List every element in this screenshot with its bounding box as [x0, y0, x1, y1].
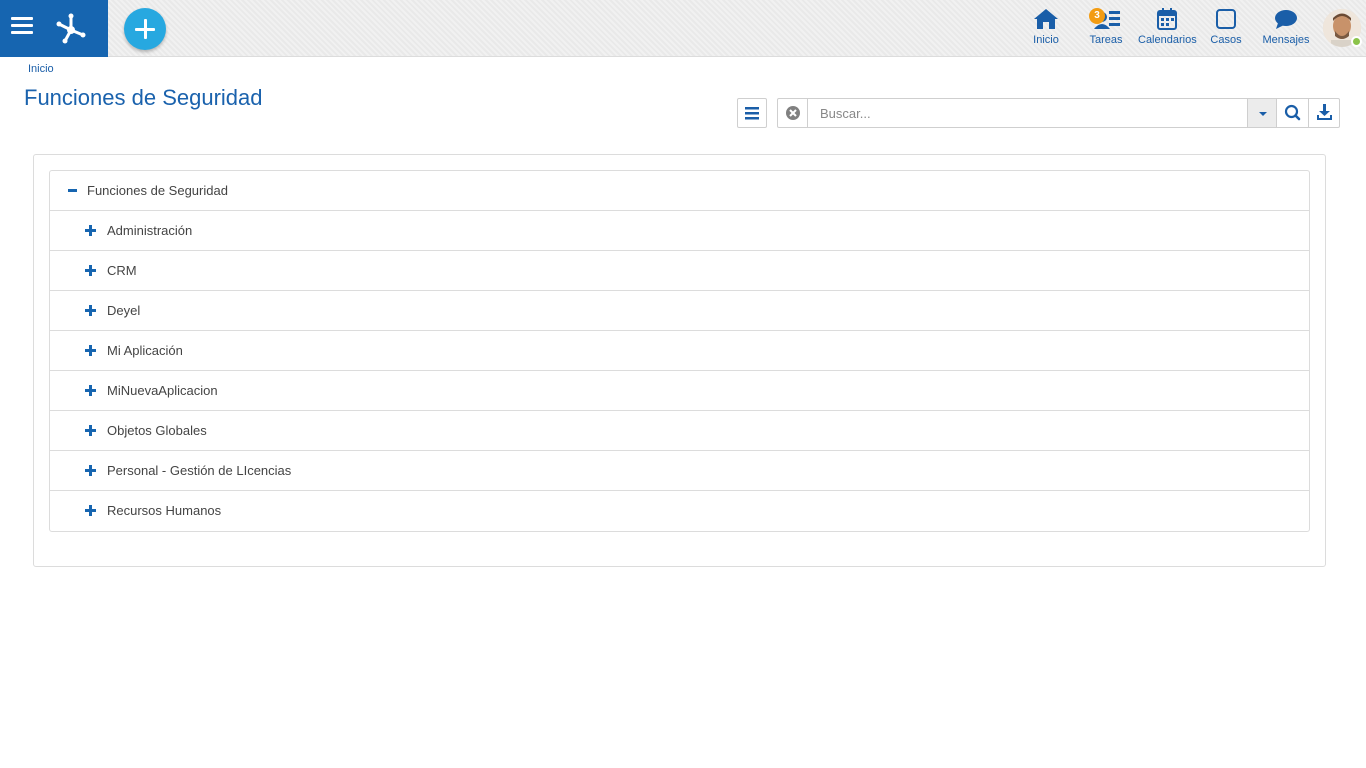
download-icon — [1317, 104, 1332, 120]
add-button[interactable] — [124, 8, 166, 50]
search-options-dropdown[interactable] — [1247, 99, 1276, 127]
search-input[interactable] — [809, 99, 1247, 127]
calendar-icon — [1157, 8, 1177, 30]
expand-icon[interactable] — [85, 291, 97, 330]
online-status-dot — [1351, 36, 1362, 47]
list-icon — [745, 107, 759, 120]
nav-inicio[interactable]: Inicio — [1026, 8, 1066, 52]
tree-root-node[interactable]: Funciones de Seguridad — [50, 171, 1309, 211]
tree-node-recursos-humanos[interactable]: Recursos Humanos — [50, 491, 1309, 531]
top-bar: Inicio 3 Tareas Calendarios Casos Mensaj… — [0, 0, 1366, 57]
download-button[interactable] — [1308, 99, 1339, 127]
clear-icon — [786, 106, 800, 120]
home-icon — [1034, 9, 1058, 29]
tree-node-label: Personal - Gestión de LIcencias — [107, 463, 292, 478]
expand-icon[interactable] — [85, 491, 97, 530]
hamburger-menu-icon[interactable] — [11, 17, 33, 39]
tree-node-administracion[interactable]: Administración — [50, 211, 1309, 251]
messages-icon — [1275, 10, 1297, 29]
content-panel: Funciones de Seguridad Administración CR… — [33, 154, 1326, 567]
tree-node-label: Funciones de Seguridad — [87, 183, 228, 198]
tasks-count-badge: 3 — [1089, 8, 1105, 24]
tree-node-mi-aplicacion[interactable]: Mi Aplicación — [50, 331, 1309, 371]
nav-mensajes[interactable]: Mensajes — [1262, 8, 1310, 52]
search-button[interactable] — [1276, 99, 1308, 127]
nav-calendarios[interactable]: Calendarios — [1138, 8, 1197, 52]
expand-icon[interactable] — [85, 411, 97, 450]
nav-label: Inicio — [1033, 34, 1059, 46]
tree-node-label: MiNuevaAplicacion — [107, 383, 218, 398]
search-icon — [1284, 104, 1301, 121]
brand-block — [0, 0, 108, 57]
tree-node-label: Administración — [107, 223, 193, 238]
tree-node-label: Objetos Globales — [107, 423, 207, 438]
clear-search-button[interactable] — [778, 99, 808, 127]
tree-node-label: Mi Aplicación — [107, 343, 183, 358]
expand-icon[interactable] — [85, 451, 97, 490]
tree-node-objetos-globales[interactable]: Objetos Globales — [50, 411, 1309, 451]
nav-label: Mensajes — [1262, 34, 1310, 46]
nav-label: Tareas — [1089, 34, 1123, 46]
expand-icon[interactable] — [85, 331, 97, 370]
nav-tareas[interactable]: 3 Tareas — [1086, 8, 1126, 52]
app-logo-icon[interactable] — [54, 11, 88, 45]
tree-node-personal-licencias[interactable]: Personal - Gestión de LIcencias — [50, 451, 1309, 491]
nav-casos[interactable]: Casos — [1207, 8, 1245, 52]
nav-label: Casos — [1210, 34, 1242, 46]
expand-icon[interactable] — [85, 251, 97, 290]
expand-icon[interactable] — [85, 211, 97, 250]
page-title: Funciones de Seguridad — [24, 85, 263, 110]
search-bar — [777, 98, 1340, 128]
collapse-icon[interactable] — [67, 171, 79, 210]
tree-node-label: Recursos Humanos — [107, 503, 222, 518]
breadcrumb[interactable]: Inicio — [28, 63, 54, 75]
tree-node-crm[interactable]: CRM — [50, 251, 1309, 291]
cases-icon — [1216, 9, 1236, 29]
tree-node-label: Deyel — [107, 303, 141, 318]
security-functions-tree: Funciones de Seguridad Administración CR… — [49, 170, 1310, 532]
tree-node-label: CRM — [107, 263, 137, 278]
nav-label: Calendarios — [1138, 34, 1197, 46]
expand-icon[interactable] — [85, 371, 97, 410]
list-view-button[interactable] — [737, 98, 767, 128]
tree-node-minuevaaplicacion[interactable]: MiNuevaAplicacion — [50, 371, 1309, 411]
tree-node-deyel[interactable]: Deyel — [50, 291, 1309, 331]
